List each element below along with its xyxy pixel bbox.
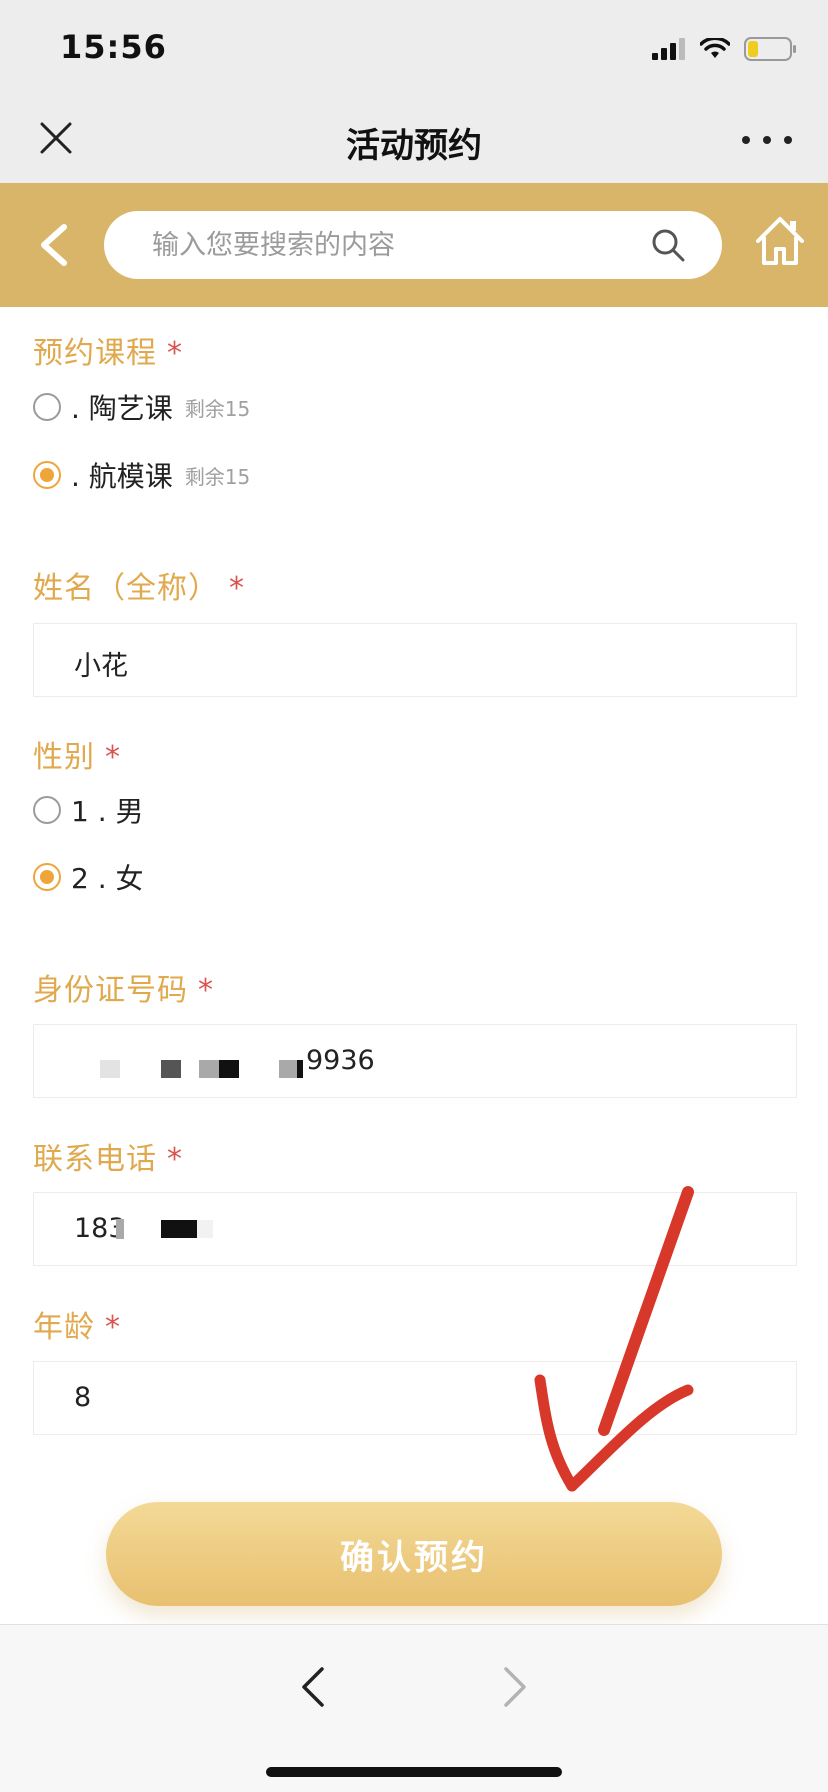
bottom-nav xyxy=(0,1624,828,1792)
search-input[interactable] xyxy=(152,211,632,279)
redaction-mark xyxy=(279,1060,299,1078)
radio-unchecked[interactable] xyxy=(33,393,61,421)
confirm-button[interactable]: 确认预约 xyxy=(106,1502,722,1606)
search-header xyxy=(0,183,828,307)
age-field[interactable]: 8 xyxy=(33,1361,797,1435)
name-value: 小花 xyxy=(74,651,128,682)
top-bar: 15:56 活动预约 xyxy=(0,0,828,183)
name-label: 姓名（全称） * xyxy=(33,571,245,606)
course-option-model[interactable]: . 航模课 剩余15 xyxy=(33,455,250,495)
id-label: 身份证号码 * xyxy=(33,973,214,1008)
home-indicator xyxy=(266,1767,562,1777)
redaction-mark xyxy=(199,1060,219,1078)
gender-option-female[interactable]: 2 . 女 xyxy=(33,857,144,897)
gender-label: 性别 * xyxy=(33,740,121,775)
redaction-mark xyxy=(116,1219,124,1239)
name-field[interactable]: 小花 xyxy=(33,623,797,697)
course-option-pottery[interactable]: . 陶艺课 剩余15 xyxy=(33,387,250,427)
redaction-mark xyxy=(100,1060,120,1078)
gender-option-male[interactable]: 1 . 男 xyxy=(33,790,144,830)
radio-checked[interactable] xyxy=(33,461,61,489)
more-icon[interactable] xyxy=(742,128,792,152)
course-label: 预约课程 * xyxy=(33,336,183,371)
age-label: 年龄 * xyxy=(33,1310,121,1345)
age-value: 8 xyxy=(74,1382,92,1413)
signal-icon xyxy=(652,38,685,60)
page: 15:56 活动预约 输入您要搜索的内容 预约课程 * . 陶艺课 剩余15 .… xyxy=(0,0,828,1792)
page-title: 活动预约 xyxy=(346,126,482,166)
radio-unchecked[interactable] xyxy=(33,796,61,824)
redaction-mark xyxy=(161,1220,197,1238)
search-icon[interactable] xyxy=(650,227,686,263)
chevron-left-icon[interactable] xyxy=(296,1659,330,1715)
phone-field[interactable]: 183 xyxy=(33,1192,797,1266)
status-icons xyxy=(652,34,798,64)
search-box[interactable] xyxy=(104,211,722,279)
home-icon[interactable] xyxy=(754,213,806,269)
radio-checked[interactable] xyxy=(33,863,61,891)
redaction-mark xyxy=(161,1060,181,1078)
chevron-right-icon[interactable] xyxy=(498,1659,532,1715)
chevron-left-icon[interactable] xyxy=(30,213,80,277)
phone-label: 联系电话 * xyxy=(33,1142,183,1177)
battery-icon xyxy=(744,37,796,61)
id-value: 9936 xyxy=(306,1045,375,1076)
wifi-icon xyxy=(700,38,730,58)
redaction-mark xyxy=(197,1220,213,1238)
redaction-mark xyxy=(297,1060,303,1078)
redaction-mark xyxy=(219,1060,239,1078)
status-time: 15:56 xyxy=(60,28,167,66)
id-field[interactable]: 9936 xyxy=(33,1024,797,1098)
